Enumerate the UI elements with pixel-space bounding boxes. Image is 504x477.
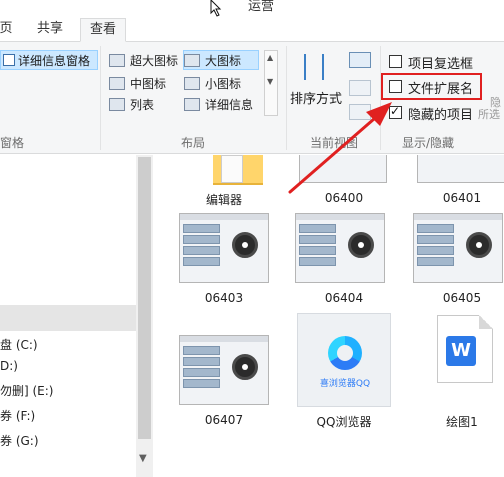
layout-extra-large-icons[interactable]: 超大图标 xyxy=(109,51,183,71)
screenshot-thumbnail xyxy=(299,155,387,183)
title-bar: 运营 xyxy=(0,0,504,14)
hidden-items-checkbox[interactable] xyxy=(389,104,402,119)
file-item[interactable]: 06405 xyxy=(407,213,504,313)
tab-home[interactable]: 页 xyxy=(0,18,14,42)
file-item[interactable]: 06404 xyxy=(289,213,399,313)
film-reel-icon xyxy=(466,232,492,258)
extra-large-icons-icon xyxy=(109,54,125,67)
film-reel-icon xyxy=(348,232,374,258)
highlight-box xyxy=(381,73,482,100)
selected-items-label[interactable]: 所选 xyxy=(478,106,500,122)
scroll-down-icon: ▼ xyxy=(267,77,274,86)
file-item[interactable]: 喜浏览器QQ QQ浏览器 xyxy=(289,313,399,435)
item-checkboxes-label: 项目复选框 xyxy=(408,57,474,72)
screenshot-thumbnail xyxy=(295,213,385,283)
layout-list[interactable]: 列表 xyxy=(109,95,183,115)
nav-drive-c[interactable]: 盘 (C:) xyxy=(0,336,38,353)
sort-by-label: 排序方式 xyxy=(290,92,343,107)
tab-share[interactable]: 共享 xyxy=(30,18,70,42)
screenshot-thumbnail xyxy=(413,213,503,283)
screenshot-thumbnail xyxy=(179,213,269,283)
layout-medium-icons[interactable]: 中图标 xyxy=(109,74,183,94)
layout-scroll[interactable]: ▲ ▼ xyxy=(264,50,278,116)
hidden-items-label: 隐藏的项目 xyxy=(408,108,474,123)
file-item[interactable]: 06401 xyxy=(407,155,504,205)
nav-drive-d[interactable]: D:) xyxy=(0,359,18,373)
current-view-group-label: 当前视图 xyxy=(310,136,359,150)
qq-browser-thumbnail: 喜浏览器QQ xyxy=(297,313,391,407)
word-document-icon: W xyxy=(437,315,493,383)
sort-by-button[interactable]: 排序方式 xyxy=(290,50,342,116)
details-pane-button[interactable]: 详细信息窗格 xyxy=(0,50,98,70)
separator xyxy=(100,46,101,150)
item-checkboxes-checkbox[interactable] xyxy=(389,55,402,68)
layout-group-label: 布局 xyxy=(181,136,206,150)
file-name: 06401 xyxy=(442,191,482,205)
document-icon xyxy=(221,155,243,183)
file-item[interactable]: 06407 xyxy=(169,335,279,435)
separator xyxy=(286,46,287,150)
details-pane-label: 详细信息窗格 xyxy=(18,54,91,68)
scroll-down-arrow-icon[interactable]: ▼ xyxy=(139,453,147,464)
list-icon xyxy=(109,98,125,111)
mouse-cursor-icon xyxy=(210,0,222,17)
window-title: 运营 xyxy=(248,0,275,14)
file-grid: 编辑器 06400 06401 06403 06404 06405 06407 … xyxy=(153,155,504,477)
file-name: QQ浏览器 xyxy=(316,415,372,429)
group-by-icon[interactable] xyxy=(349,52,371,68)
layout-details[interactable]: 详细信息 xyxy=(184,95,264,115)
large-icons-icon xyxy=(184,54,200,67)
nav-scrollbar[interactable]: ▼ xyxy=(136,155,153,477)
film-reel-icon xyxy=(232,354,258,380)
sort-icon xyxy=(304,54,324,80)
navigation-pane: 盘 (C:) D:) 勿删] (E:) 券 (F:) 券 (G:) xyxy=(0,155,136,477)
film-reel-icon xyxy=(232,232,258,258)
file-name: 06404 xyxy=(324,291,364,305)
scrollbar-thumb[interactable] xyxy=(138,157,151,439)
file-item[interactable]: 06400 xyxy=(289,155,399,205)
file-name: 06407 xyxy=(204,413,244,427)
nav-drive-f[interactable]: 券 (F:) xyxy=(0,407,35,424)
screenshot-thumbnail xyxy=(417,155,504,183)
tab-view[interactable]: 查看 xyxy=(80,18,126,42)
medium-icons-icon xyxy=(109,77,125,90)
size-columns-icon[interactable] xyxy=(349,104,371,120)
file-name: 编辑器 xyxy=(205,193,242,207)
small-icons-icon xyxy=(184,77,200,90)
nav-selected-highlight xyxy=(0,305,136,331)
show-hide-group-label: 显示/隐藏 xyxy=(402,136,455,150)
layout-small-icons[interactable]: 小图标 xyxy=(184,74,260,94)
add-columns-icon[interactable] xyxy=(349,80,371,96)
scroll-up-icon: ▲ xyxy=(267,53,274,62)
file-name: 06403 xyxy=(204,291,244,305)
details-icon xyxy=(184,98,200,111)
details-pane-icon xyxy=(3,54,15,66)
file-item[interactable]: W 绘图1 xyxy=(407,313,504,435)
nav-drive-g[interactable]: 券 (G:) xyxy=(0,432,39,449)
file-name: 06405 xyxy=(442,291,482,305)
ribbon-tabs: 页 共享 查看 xyxy=(0,16,504,42)
file-item[interactable]: 编辑器 xyxy=(169,155,279,207)
screenshot-thumbnail xyxy=(179,335,269,405)
panes-group-label: 窗格 xyxy=(0,136,25,150)
nav-drive-e[interactable]: 勿删] (E:) xyxy=(0,382,54,399)
file-name: 绘图1 xyxy=(446,415,478,429)
qq-browser-logo-icon xyxy=(328,336,362,370)
file-name: 06400 xyxy=(324,191,364,205)
file-item[interactable]: 06403 xyxy=(169,213,279,313)
layout-large-icons[interactable]: 大图标 xyxy=(183,50,259,70)
